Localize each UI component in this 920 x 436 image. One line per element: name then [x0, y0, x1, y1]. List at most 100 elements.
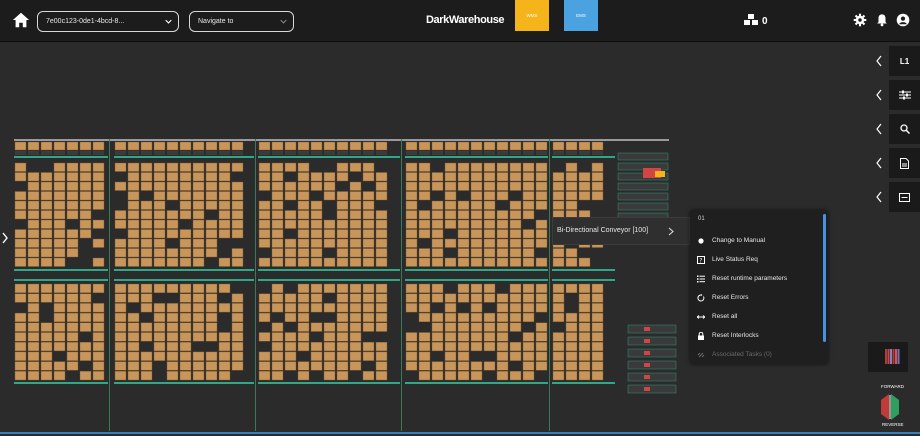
storage-bin[interactable] [310, 351, 323, 361]
storage-bin[interactable] [27, 312, 40, 323]
storage-bin[interactable] [79, 371, 92, 381]
storage-bin[interactable] [271, 181, 284, 191]
storage-bin[interactable] [153, 342, 166, 352]
storage-bin[interactable] [522, 181, 535, 191]
storage-bin[interactable] [140, 172, 153, 182]
storage-bin[interactable] [418, 181, 431, 191]
storage-bin[interactable] [140, 332, 153, 342]
storage-bin[interactable] [552, 361, 565, 371]
storage-bin[interactable] [258, 229, 271, 239]
storage-bin[interactable] [153, 210, 166, 220]
storage-bin[interactable] [323, 141, 336, 151]
storage-bin[interactable] [362, 322, 375, 332]
storage-bin[interactable] [79, 162, 92, 172]
storage-bin[interactable] [565, 172, 578, 182]
storage-bin[interactable] [552, 172, 565, 182]
storage-bin[interactable] [552, 257, 565, 267]
storage-bin[interactable] [14, 371, 27, 381]
storage-bin[interactable] [431, 322, 444, 332]
storage-bin[interactable] [578, 342, 591, 352]
storage-bin[interactable] [509, 172, 522, 182]
storage-bin[interactable] [53, 257, 66, 267]
storage-bin[interactable] [166, 332, 179, 342]
storage-bin[interactable] [591, 303, 604, 313]
storage-bin[interactable] [218, 303, 231, 313]
account-icon[interactable] [896, 13, 910, 27]
storage-bin[interactable] [496, 141, 509, 151]
storage-bin[interactable] [349, 238, 362, 248]
side-tab-document[interactable] [875, 148, 920, 178]
storage-bin[interactable] [40, 210, 53, 220]
storage-bin[interactable] [483, 229, 496, 239]
storage-bin[interactable] [470, 322, 483, 332]
storage-bin[interactable] [192, 351, 205, 361]
storage-bin[interactable] [153, 283, 166, 293]
side-tab-filters[interactable] [875, 80, 920, 110]
storage-bin[interactable] [271, 283, 284, 293]
storage-bin[interactable] [284, 141, 297, 151]
storage-bin[interactable] [179, 342, 192, 352]
storage-bin[interactable] [284, 219, 297, 229]
storage-bin[interactable] [418, 293, 431, 303]
storage-bin[interactable] [153, 172, 166, 182]
storage-bin[interactable] [349, 332, 362, 342]
storage-bin[interactable] [362, 210, 375, 220]
conveyor-item[interactable]: Bi-Directional Conveyor [100] [552, 217, 690, 245]
storage-bin[interactable] [522, 371, 535, 381]
storage-bin[interactable] [457, 312, 470, 323]
storage-bin[interactable] [522, 293, 535, 303]
storage-bin[interactable] [92, 332, 105, 342]
storage-bin[interactable] [127, 191, 140, 201]
storage-bin[interactable] [271, 361, 284, 371]
storage-bin[interactable] [591, 172, 604, 182]
storage-bin[interactable] [483, 141, 496, 151]
storage-bin[interactable] [405, 210, 418, 220]
storage-bin[interactable] [470, 361, 483, 371]
storage-bin[interactable] [192, 162, 205, 172]
storage-bin[interactable] [405, 229, 418, 239]
storage-bin[interactable] [362, 219, 375, 229]
storage-bin[interactable] [565, 181, 578, 191]
storage-bin[interactable] [522, 238, 535, 248]
storage-bin[interactable] [166, 312, 179, 323]
storage-bin[interactable] [535, 191, 548, 201]
storage-bin[interactable] [565, 257, 578, 267]
storage-bin[interactable] [591, 283, 604, 293]
menu-item-reset-all[interactable]: Reset all [690, 308, 822, 326]
storage-bin[interactable] [79, 322, 92, 332]
storage-bin[interactable] [509, 293, 522, 303]
storage-bin[interactable] [231, 293, 244, 303]
storage-bin[interactable] [496, 332, 509, 342]
storage-bin[interactable] [310, 248, 323, 258]
storage-bin[interactable] [444, 361, 457, 371]
storage-bin[interactable] [591, 342, 604, 352]
storage-bin[interactable] [114, 351, 127, 361]
storage-bin[interactable] [127, 219, 140, 229]
storage-bin[interactable] [483, 257, 496, 267]
storage-bin[interactable] [496, 172, 509, 182]
storage-bin[interactable] [153, 332, 166, 342]
storage-bin[interactable] [457, 172, 470, 182]
storage-bin[interactable] [444, 181, 457, 191]
storage-bin[interactable] [496, 238, 509, 248]
storage-bin[interactable] [205, 238, 218, 248]
storage-bin[interactable] [362, 312, 375, 323]
storage-bin[interactable] [179, 200, 192, 210]
storage-bin[interactable] [153, 181, 166, 191]
storage-bin[interactable] [79, 303, 92, 313]
storage-bin[interactable] [323, 172, 336, 182]
storage-bin[interactable] [114, 210, 127, 220]
storage-bin[interactable] [284, 257, 297, 267]
storage-bin[interactable] [192, 371, 205, 381]
storage-bin[interactable] [127, 141, 140, 151]
storage-bin[interactable] [140, 238, 153, 248]
storage-bin[interactable] [565, 162, 578, 172]
storage-bin[interactable] [179, 303, 192, 313]
storage-bin[interactable] [258, 293, 271, 303]
storage-bin[interactable] [205, 191, 218, 201]
storage-bin[interactable] [418, 248, 431, 258]
storage-bin[interactable] [535, 293, 548, 303]
storage-bin[interactable] [166, 248, 179, 258]
storage-bin[interactable] [470, 283, 483, 293]
storage-bin[interactable] [27, 181, 40, 191]
